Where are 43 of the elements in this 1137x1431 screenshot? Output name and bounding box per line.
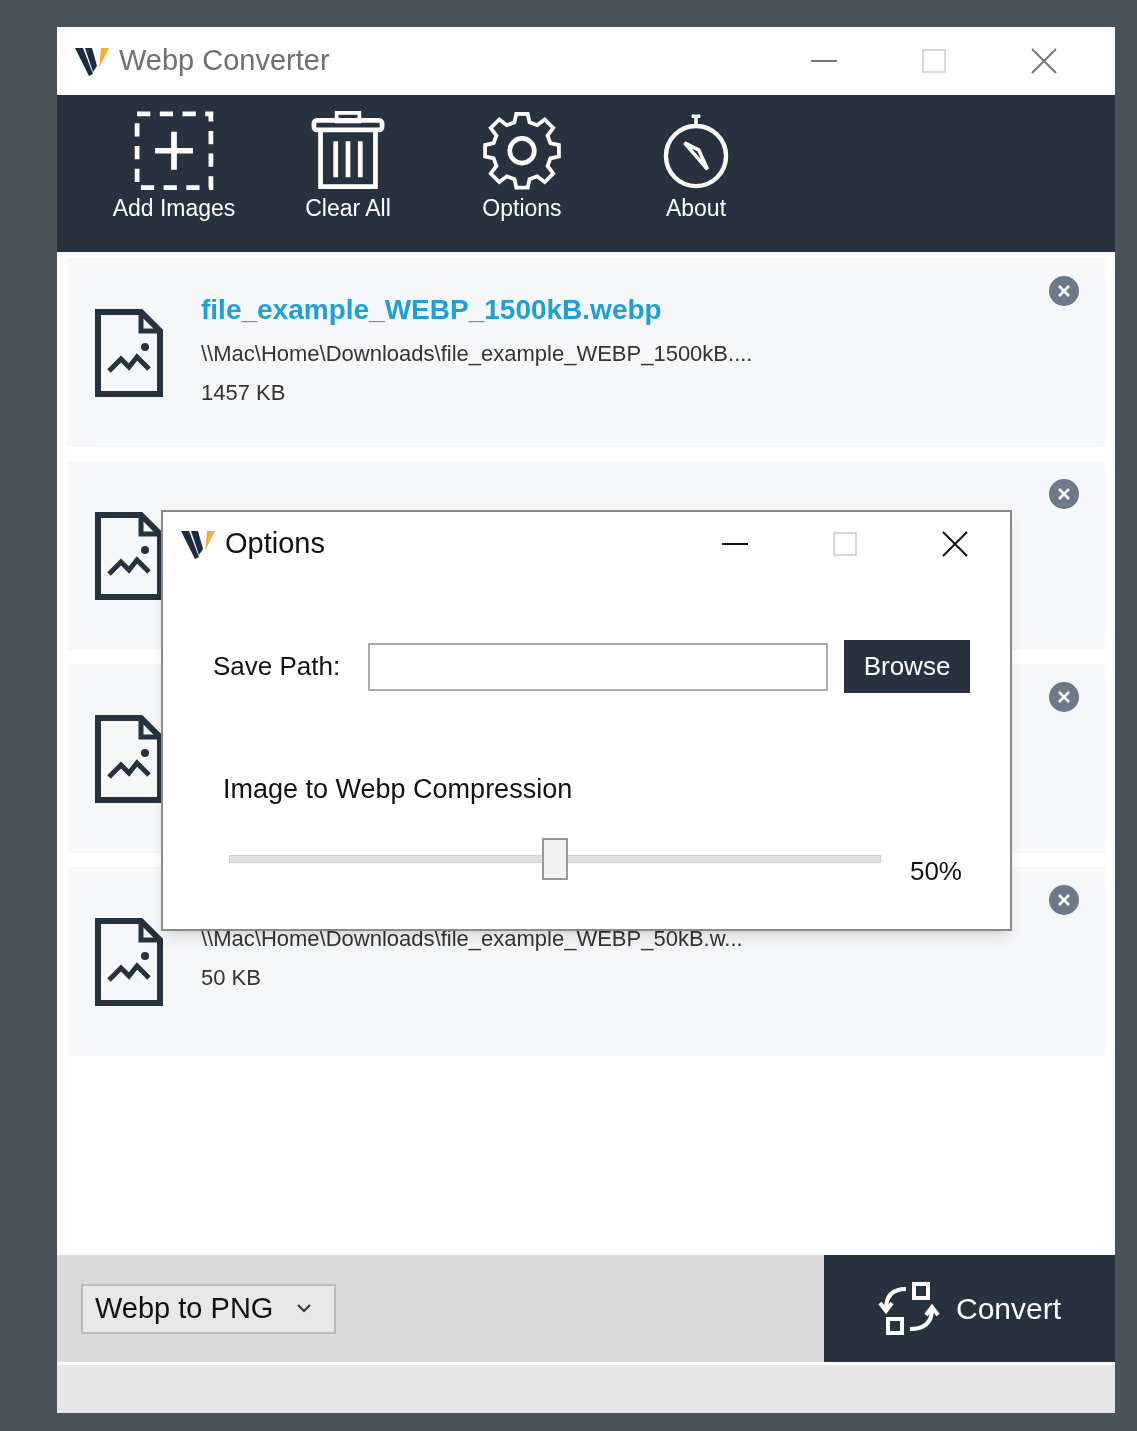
maximize-icon [833,532,857,556]
compression-slider[interactable] [229,837,881,881]
trash-icon [309,111,387,191]
remove-button[interactable] [1049,479,1079,509]
save-path-field[interactable] [368,642,828,691]
close-icon [1058,285,1070,297]
file-path: \\Mac\Home\Downloads\file_example_WEBP_1500kB.... [201,339,753,368]
browse-button[interactable]: Browse [844,640,970,693]
toolbar-button[interactable]: Clear All [261,95,435,235]
remove-button[interactable] [1049,885,1079,915]
file-item[interactable]: file_example_WEBP_1500kB.webp \\Mac\Home\Downloads\file_example_WEBP_1500kB.... 1457 KB [67,258,1105,447]
add-image-icon [132,111,216,191]
remove-button[interactable] [1049,276,1079,306]
dialog-title: Options [225,526,325,562]
toolbar-button[interactable]: Add Images [87,95,261,235]
slider-thumb[interactable] [542,838,568,880]
settings-icon [480,111,564,191]
image-file-icon [95,308,163,397]
remove-button[interactable] [1049,682,1079,712]
image-file-icon [95,511,163,600]
close-icon [942,531,968,557]
convert-icon [877,1280,940,1337]
window-title: Webp Converter [119,43,330,79]
save-path-label: Save Path: [213,650,342,683]
compression-label: Image to Webp Compression [223,773,574,806]
close-icon [1058,691,1070,703]
close-icon [1031,48,1057,74]
toolbar-button[interactable]: About [609,95,783,235]
maximize-icon [922,49,946,73]
toolbar-button[interactable]: Options [435,95,609,235]
minimize-icon [811,60,837,62]
file-size: 1457 KB [201,378,287,407]
format-dropdown[interactable]: Webp to PNG [81,1283,336,1334]
close-icon [1058,894,1070,906]
close-icon [1058,488,1070,500]
file-size: 50 KB [201,963,262,992]
minimize-icon [722,543,748,545]
file-path: \\Mac\Home\Downloads\file_example_WEBP_50kB.w... [201,924,743,953]
file-name: file_example_WEBP_1500kB.webp [201,292,663,327]
image-file-icon [95,714,163,803]
image-file-icon [95,917,163,1006]
convert-button[interactable]: Convert [824,1255,1115,1362]
caret-icon [297,1304,312,1313]
